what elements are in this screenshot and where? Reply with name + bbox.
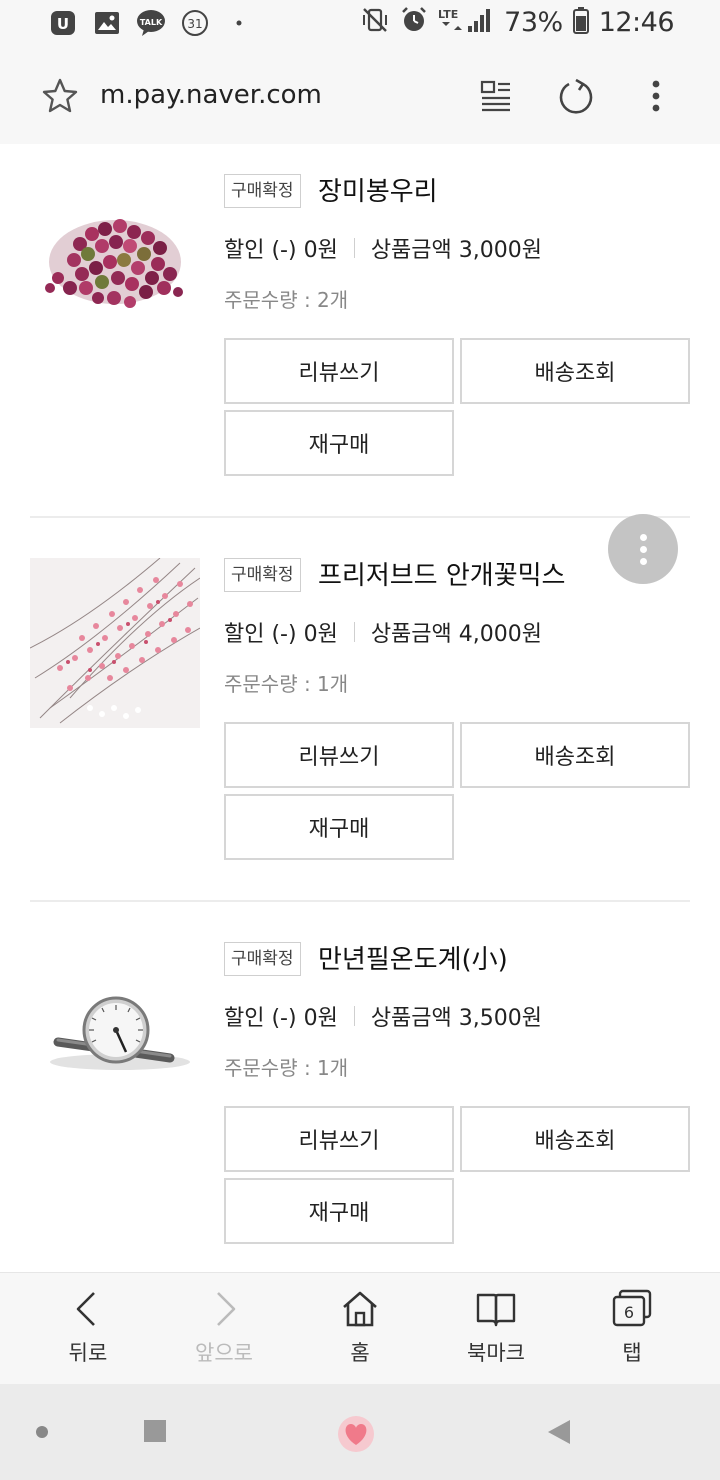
rose-buds-image: [30, 174, 200, 344]
product-title[interactable]: 장미봉우리: [318, 171, 438, 208]
more-notifications-dot-icon: [224, 8, 254, 38]
order-list: 구매확정 장미봉우리 할인 (-) 0원 상품금액 3,000원 주문수량 : …: [0, 144, 720, 1272]
calendar-icon: 31: [180, 8, 210, 38]
order-item: 구매확정 만년필온도계(小) 할인 (-) 0원 상품금액 3,500원 주문수…: [0, 912, 720, 1272]
svg-text:31: 31: [187, 17, 202, 31]
product-amount: 상품금액 3,500원: [370, 1006, 542, 1031]
purchase-confirmed-badge: 구매확정: [224, 942, 301, 976]
url-field[interactable]: m.pay.naver.com: [100, 80, 322, 110]
vibrate-mute-icon: [360, 6, 390, 38]
rebuy-button[interactable]: 재구매: [224, 1178, 454, 1244]
purchase-confirmed-badge: 구매확정: [224, 174, 301, 208]
heart-home-icon[interactable]: [336, 1414, 376, 1454]
track-shipping-button[interactable]: 배송조회: [460, 338, 690, 404]
item-divider: [30, 900, 690, 902]
nav-tabs-label: 탭: [622, 1341, 642, 1365]
lte-signal-icon: LTE: [438, 6, 494, 38]
order-quantity: 주문수량 : 2개: [224, 288, 349, 312]
reader-mode-icon[interactable]: [478, 78, 514, 114]
tabs-icon: 6: [610, 1287, 654, 1331]
rebuy-button[interactable]: 재구매: [224, 410, 454, 476]
nav-home-label: 홈: [350, 1341, 370, 1365]
track-shipping-button[interactable]: 배송조회: [460, 1106, 690, 1172]
babys-breath-image: [30, 558, 200, 728]
chevron-left-icon: [66, 1287, 110, 1331]
discount-text: 할인 (-) 0원: [224, 622, 338, 647]
nav-back[interactable]: 뒤로: [28, 1287, 148, 1377]
browser-bottom-nav: 뒤로 앞으로 홈 북마크 6 탭: [0, 1272, 720, 1384]
product-title[interactable]: 만년필온도계(小): [318, 939, 508, 976]
floating-more-button[interactable]: [608, 514, 678, 584]
status-bar: U TALK 31 LTE 73% 12:46: [0, 0, 720, 48]
order-item: 구매확정 장미봉우리 할인 (-) 0원 상품금액 3,000원 주문수량 : …: [0, 144, 720, 528]
nav-bookmarks[interactable]: 북마크: [436, 1287, 556, 1377]
gallery-icon: [92, 8, 122, 38]
item-divider: [30, 516, 690, 518]
price-separator: [353, 622, 355, 642]
fab-dot: [639, 557, 647, 565]
nav-back-label: 뒤로: [68, 1341, 108, 1365]
purchase-confirmed-badge: 구매확정: [224, 558, 301, 592]
price-separator: [353, 238, 355, 258]
write-review-button[interactable]: 리뷰쓰기: [224, 722, 454, 788]
star-bookmark-icon[interactable]: [40, 76, 80, 116]
browser-address-bar: m.pay.naver.com: [0, 48, 720, 144]
price-line: 할인 (-) 0원 상품금액 3,500원: [224, 1000, 542, 1032]
nav-home[interactable]: 홈: [300, 1287, 420, 1377]
u-plus-icon: U: [48, 8, 78, 38]
clock: 12:46: [598, 6, 675, 38]
order-quantity: 주문수량 : 1개: [224, 672, 349, 696]
nav-tabs[interactable]: 6 탭: [572, 1287, 692, 1377]
chevron-right-icon: [202, 1287, 246, 1331]
notification-icons: U TALK 31: [48, 8, 254, 38]
svg-text:6: 6: [624, 1303, 634, 1322]
product-title[interactable]: 프리저브드 안개꽃믹스: [318, 555, 565, 592]
back-triangle-icon[interactable]: [546, 1418, 572, 1446]
more-options-icon[interactable]: [640, 76, 672, 116]
fab-dot: [639, 545, 647, 553]
svg-text:LTE: LTE: [438, 8, 458, 21]
svg-text:U: U: [57, 15, 69, 33]
system-navigation-bar: [0, 1384, 720, 1480]
thermometer-image: [30, 942, 200, 1112]
track-shipping-button[interactable]: 배송조회: [460, 722, 690, 788]
price-separator: [353, 1006, 355, 1026]
book-open-icon: [474, 1287, 518, 1331]
write-review-button[interactable]: 리뷰쓰기: [224, 338, 454, 404]
home-icon: [338, 1287, 382, 1331]
discount-text: 할인 (-) 0원: [224, 238, 338, 263]
reload-icon[interactable]: [556, 76, 596, 116]
product-amount: 상품금액 4,000원: [370, 622, 542, 647]
price-line: 할인 (-) 0원 상품금액 3,000원: [224, 232, 542, 264]
fab-dot: [639, 533, 647, 541]
order-quantity: 주문수량 : 1개: [224, 1056, 349, 1080]
discount-text: 할인 (-) 0원: [224, 1006, 338, 1031]
rebuy-button[interactable]: 재구매: [224, 794, 454, 860]
battery-icon: [572, 6, 589, 38]
price-line: 할인 (-) 0원 상품금액 4,000원: [224, 616, 542, 648]
order-item: 구매확정 프리저브드 안개꽃믹스 할인 (-) 0원 상품금액 4,000원 주…: [0, 528, 720, 912]
battery-percent: 73%: [504, 6, 563, 38]
recents-square-icon[interactable]: [144, 1420, 166, 1442]
kakaotalk-icon: TALK: [136, 8, 166, 38]
write-review-button[interactable]: 리뷰쓰기: [224, 1106, 454, 1172]
nav-bookmarks-label: 북마크: [467, 1341, 525, 1365]
recent-dot-icon[interactable]: [36, 1426, 48, 1438]
svg-text:TALK: TALK: [140, 18, 163, 27]
product-amount: 상품금액 3,000원: [370, 238, 542, 263]
nav-forward[interactable]: 앞으로: [164, 1287, 284, 1377]
alarm-icon: [400, 6, 428, 38]
nav-forward-label: 앞으로: [195, 1341, 253, 1365]
system-indicators: LTE 73% 12:46: [360, 6, 675, 38]
